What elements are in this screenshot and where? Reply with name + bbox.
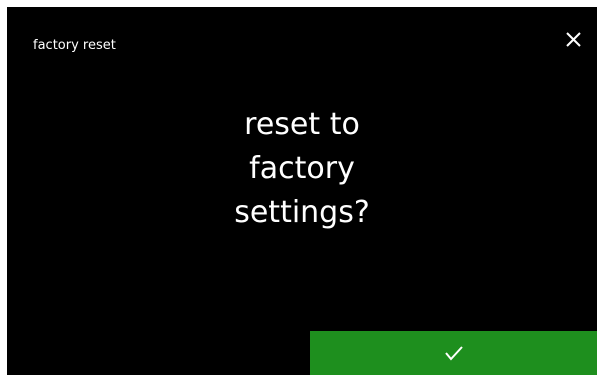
device-screen: factory reset reset to factory settings? <box>7 7 597 375</box>
checkmark-icon <box>444 346 463 361</box>
prompt-line: reset to <box>244 107 360 142</box>
close-icon <box>566 32 581 47</box>
prompt-line: settings? <box>234 195 370 230</box>
reset-prompt: reset to factory settings? <box>7 103 597 235</box>
confirm-button[interactable] <box>310 331 597 375</box>
prompt-line: factory <box>249 151 355 186</box>
page-title: factory reset <box>33 38 116 53</box>
close-button[interactable] <box>559 25 589 55</box>
